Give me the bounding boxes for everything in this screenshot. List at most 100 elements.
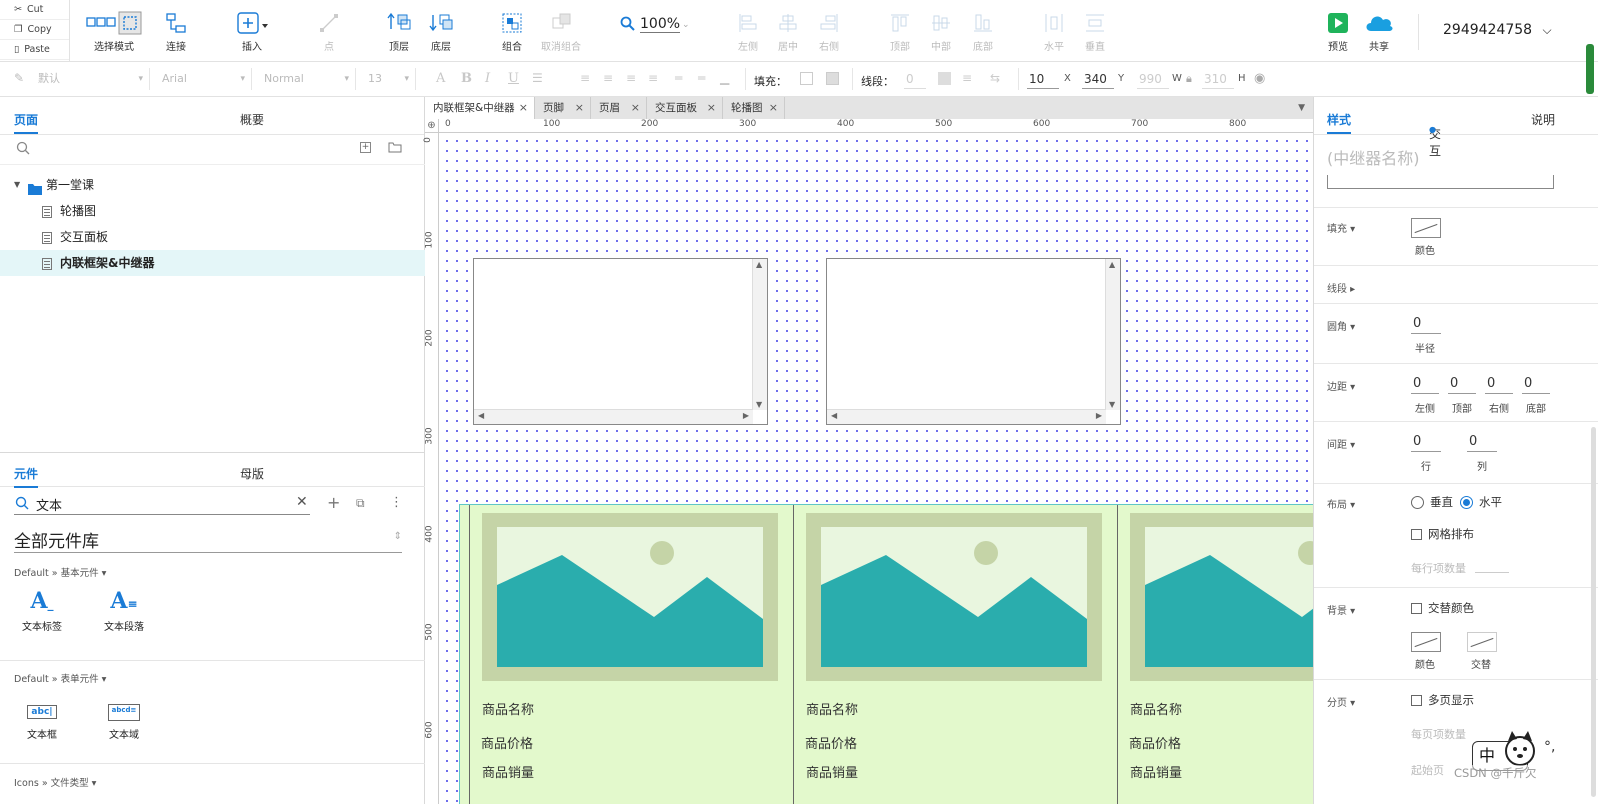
items-per-row-input[interactable]: [1475, 572, 1509, 573]
align-bottom-button[interactable]: 底部: [957, 10, 1009, 56]
background-label[interactable]: 背景 ▾: [1327, 602, 1355, 617]
scroll-down-arrow-icon[interactable]: ▼: [756, 400, 762, 409]
page-item[interactable]: 交互面板: [0, 224, 425, 250]
scroll-right-arrow-icon[interactable]: ▶: [1096, 411, 1102, 420]
text-field-widget[interactable]: abc| 文本框: [18, 698, 66, 741]
italic-icon[interactable]: I: [485, 71, 490, 86]
repeater[interactable]: 商品名称 商品价格 商品销量 商品名称 商品价格 商品销量 商品名称 商品价格 …: [459, 504, 1313, 804]
bold-icon[interactable]: B: [461, 71, 472, 86]
multi-page-checkbox[interactable]: 多页显示: [1411, 692, 1474, 708]
valign-middle-icon[interactable]: ═: [698, 71, 705, 85]
add-library-icon[interactable]: +: [327, 493, 340, 512]
layout-label[interactable]: 布局 ▾: [1327, 496, 1355, 511]
distribute-vertical-button[interactable]: 垂直: [1069, 10, 1121, 56]
stroke-color-icon[interactable]: [938, 72, 951, 85]
repeater-name-input[interactable]: (中继器名称): [1327, 145, 1420, 169]
stroke-width-input[interactable]: 0: [904, 69, 926, 89]
scroll-left-arrow-icon[interactable]: ◀: [831, 411, 837, 420]
doc-tab[interactable]: 轮播图 ×: [723, 97, 785, 119]
text-paragraph-widget[interactable]: A≡ 文本段落: [100, 588, 148, 633]
padding-top-input[interactable]: 0: [1448, 376, 1476, 394]
fill-color-swatch[interactable]: [800, 72, 813, 85]
x-input[interactable]: 10: [1027, 69, 1059, 89]
cut-button[interactable]: ✂ Cut: [0, 0, 69, 20]
image-placeholder[interactable]: [1130, 513, 1313, 681]
fill-shadow-icon[interactable]: [826, 72, 839, 85]
tab-masters[interactable]: 母版: [240, 465, 264, 482]
page-item-selected[interactable]: 内联框架&中继器: [0, 250, 425, 276]
library-copy-icon[interactable]: ⧉: [356, 496, 365, 511]
stroke-style-icon[interactable]: ≡: [962, 71, 972, 85]
page-item[interactable]: 轮播图: [0, 198, 425, 224]
section-basic[interactable]: Default » 基本元件 ▾: [14, 565, 106, 579]
image-placeholder[interactable]: [482, 513, 778, 681]
ungroup-button[interactable]: 取消组合: [533, 10, 589, 56]
vertical-scrollbar[interactable]: ▲ ▼: [752, 259, 767, 410]
justify-text-icon[interactable]: ≡: [648, 71, 658, 85]
spacing-label[interactable]: 间距 ▾: [1327, 436, 1355, 451]
tab-notes[interactable]: 说明: [1531, 111, 1555, 128]
panel-scrollbar[interactable]: [1591, 427, 1596, 797]
y-input[interactable]: 340: [1082, 69, 1114, 89]
tab-style[interactable]: 样式: [1327, 111, 1352, 134]
scrollbar-thumb[interactable]: [1586, 44, 1594, 94]
tabs-overflow-chevron-icon[interactable]: ▼: [1298, 103, 1305, 113]
clear-search-icon[interactable]: ✕: [296, 494, 308, 510]
scroll-right-arrow-icon[interactable]: ▶: [743, 411, 749, 420]
close-icon[interactable]: ×: [631, 97, 640, 119]
scroll-up-arrow-icon[interactable]: ▲: [1109, 260, 1115, 269]
zoom-control[interactable]: 100% ⌄: [620, 14, 692, 38]
fill-label[interactable]: 填充 ▾: [1327, 220, 1355, 235]
repeater-item[interactable]: 商品名称 商品价格 商品销量: [1117, 505, 1313, 804]
image-placeholder[interactable]: [806, 513, 1102, 681]
grid-layout-checkbox[interactable]: 网格排布: [1411, 526, 1474, 542]
padding-bottom-input[interactable]: 0: [1522, 376, 1550, 394]
align-text-left-icon[interactable]: ≡: [580, 71, 590, 85]
inline-frame[interactable]: ▲ ▼ ◀ ▶: [826, 258, 1121, 425]
group-button[interactable]: 组合: [486, 10, 538, 56]
doc-tab-active[interactable]: 内联框架&中继器 ×: [425, 97, 535, 119]
search-icon[interactable]: [16, 141, 30, 158]
align-text-center-icon[interactable]: ≡: [603, 71, 613, 85]
scroll-down-arrow-icon[interactable]: ▼: [1109, 400, 1115, 409]
visibility-eye-icon[interactable]: ◉: [1254, 71, 1265, 86]
lock-icon[interactable]: 🔒︎: [1186, 72, 1192, 86]
repeater-item[interactable]: 商品名称 商品价格 商品销量: [469, 505, 793, 804]
close-icon[interactable]: ×: [769, 97, 778, 119]
column-spacing-input[interactable]: 0: [1467, 434, 1497, 452]
radius-label[interactable]: 圆角 ▾: [1327, 318, 1355, 333]
text-label-widget[interactable]: A_ 文本标签: [18, 588, 66, 633]
library-select[interactable]: 全部元件库 ⇕: [14, 527, 402, 553]
font-weight-select[interactable]: Normal: [258, 68, 356, 90]
scroll-up-arrow-icon[interactable]: ▲: [756, 260, 762, 269]
row-spacing-input[interactable]: 0: [1411, 434, 1441, 452]
doc-tab[interactable]: 页脚 ×: [535, 97, 591, 119]
vertical-scrollbar[interactable]: ▲ ▼: [1105, 259, 1120, 410]
text-area-widget[interactable]: abcd≡ 文本域: [100, 698, 148, 741]
align-right-button[interactable]: 右侧: [803, 10, 855, 56]
inline-frame[interactable]: ▲ ▼ ◀ ▶: [473, 258, 768, 425]
bullet-list-icon[interactable]: ☰: [532, 71, 543, 85]
section-form[interactable]: Default » 表单元件 ▾: [14, 671, 106, 685]
padding-label[interactable]: 边距 ▾: [1327, 378, 1355, 393]
paste-button[interactable]: ▯ Paste: [0, 40, 69, 60]
library-search-input[interactable]: 文本 ✕: [14, 493, 310, 515]
close-icon[interactable]: ×: [575, 97, 584, 119]
padding-left-input[interactable]: 0: [1411, 376, 1439, 394]
insert-button[interactable]: 插入: [226, 10, 278, 56]
padding-right-input[interactable]: 0: [1485, 376, 1513, 394]
bg-color-swatch[interactable]: [1411, 632, 1441, 652]
stroke-label[interactable]: 线段 ▸: [1327, 280, 1355, 295]
bg-alt-color-swatch[interactable]: [1467, 632, 1497, 652]
align-text-right-icon[interactable]: ≡: [626, 71, 636, 85]
close-icon[interactable]: ×: [519, 97, 528, 119]
tab-components[interactable]: 元件: [14, 465, 39, 488]
underline-icon[interactable]: U: [508, 71, 519, 86]
font-size-select[interactable]: 13: [362, 68, 416, 90]
account-menu[interactable]: 2949424758 ⌵: [1443, 22, 1552, 38]
section-icons[interactable]: Icons » 文件类型 ▾: [14, 775, 96, 789]
layout-horizontal-radio[interactable]: 水平: [1460, 494, 1502, 510]
scroll-left-arrow-icon[interactable]: ◀: [478, 411, 484, 420]
send-to-back-button[interactable]: 底层: [415, 10, 467, 56]
copy-button[interactable]: ❐ Copy: [0, 20, 69, 40]
